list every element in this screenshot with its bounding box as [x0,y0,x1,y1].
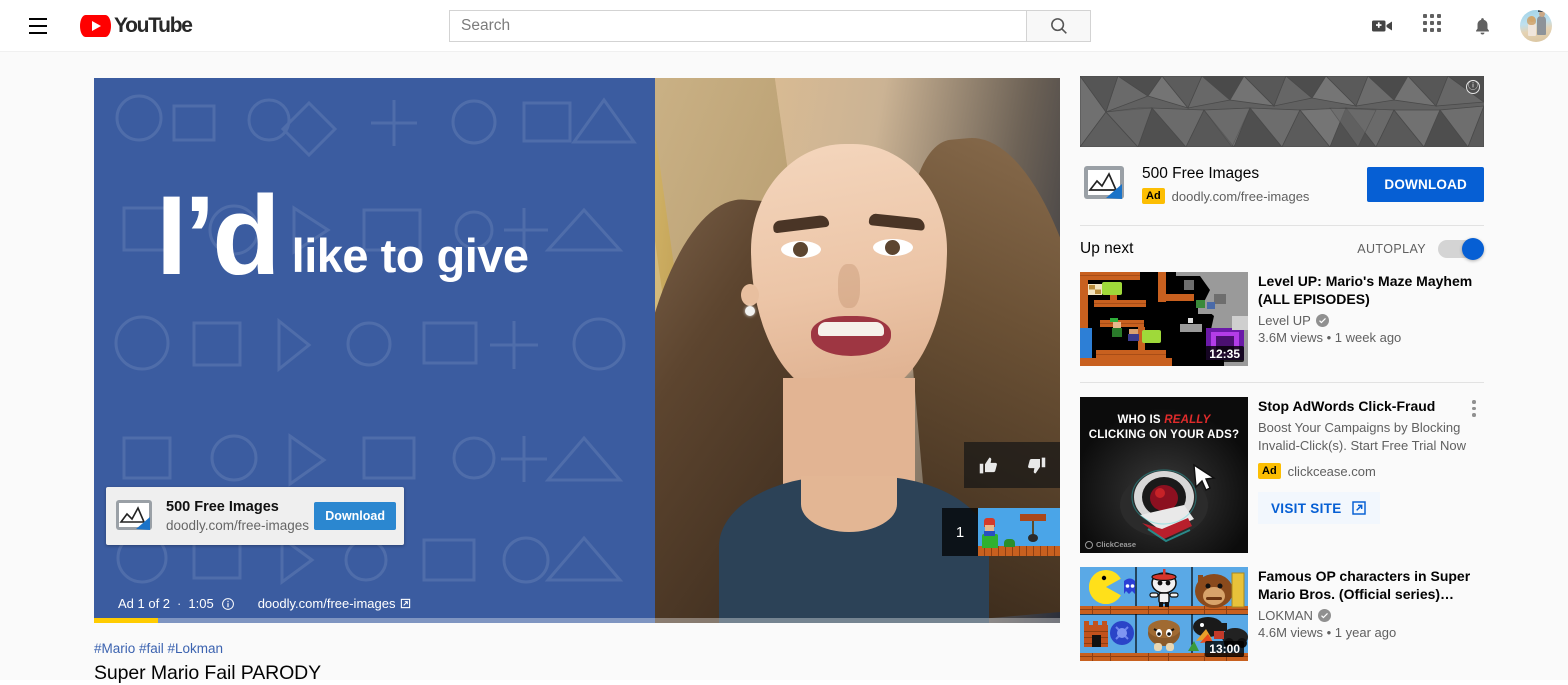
notifications-bell-icon[interactable] [1470,14,1494,38]
video-hashtags[interactable]: #Mario #fail #Lokman [94,641,1060,656]
autoplay-label: AUTOPLAY [1357,242,1426,256]
list-item[interactable]: 13:00 Famous OP characters in Super Mari… [1080,553,1484,661]
masthead-actions [1370,0,1552,52]
channel-name: LOKMAN [1258,608,1313,623]
secondary-column: ⓘ 500 Free Images Ad doodly.com/free-ima… [1080,76,1484,661]
ad-status-bar: Ad 1 of 2 · 1:05 doodly.com/free-images [94,596,1060,611]
avatar[interactable] [1520,10,1552,42]
video-player[interactable]: I’d like to give 500 Free Images doodly.… [94,78,1060,623]
thumbs-up-icon[interactable] [978,455,999,476]
ad-thumbnail-icon [116,500,152,530]
ad-overlay-card[interactable]: 500 Free Images doodly.com/free-images D… [106,487,404,545]
visit-site-button[interactable]: VISIT SITE [1258,492,1380,524]
ad-visit-url: doodly.com/free-images [257,596,396,611]
kebab-menu-icon[interactable] [1464,397,1484,417]
ad-overlay-download-button[interactable]: Download [314,502,396,530]
ad-info-icon[interactable]: ⓘ [1466,80,1480,94]
sidebar-ad-banner[interactable]: ⓘ [1080,76,1484,147]
sidebar-ad-card: 500 Free Images Ad doodly.com/free-image… [1080,147,1484,223]
autoplay-control: AUTOPLAY [1357,238,1484,260]
apps-grid-icon[interactable] [1420,14,1444,38]
thumbs-down-icon[interactable] [1026,455,1047,476]
ad-thumbnail[interactable]: WHO IS REALLY CLICKING ON YOUR ADS? Clic… [1080,397,1248,553]
ad-item-meta: Stop AdWords Click-Fraud Boost Your Camp… [1258,397,1484,553]
autoplay-toggle[interactable] [1438,238,1484,260]
masthead-left: YouTube [0,6,193,46]
search-icon [1050,18,1067,34]
ad-thumb-brand: ClickCease [1096,540,1137,549]
video-title: Famous OP characters in Super Mario Bros… [1258,568,1471,602]
ad-headline-primary: I’d [156,173,281,298]
page-body: I’d like to give 500 Free Images doodly.… [0,52,1568,684]
ad-headline: I’d like to give [156,173,655,298]
ad-item-url: clickcease.com [1287,463,1376,479]
search-bar [449,10,1091,42]
video-duration: 13:00 [1205,641,1244,657]
video-channel[interactable]: LOKMAN [1258,608,1484,623]
youtube-play-icon [80,14,111,37]
ad-card-subline: Ad doodly.com/free-images [1142,188,1367,204]
video-channel[interactable]: Level UP [1258,313,1484,328]
video-duration: 12:35 [1205,346,1244,362]
upnext-label: Up next [1080,240,1134,257]
video-thumbnail[interactable]: 12:35 [1080,272,1248,366]
ad-progress-bar[interactable] [94,618,1060,623]
ad-progress-fill [94,618,158,623]
external-link-icon [1351,501,1366,515]
low-poly-pattern [1080,76,1484,147]
primary-column: I’d like to give 500 Free Images doodly.… [94,78,1060,685]
ad-counter-label: Ad 1 of 2 [118,596,171,611]
youtube-logo-text: YouTube [114,13,193,37]
video-meta: Famous OP characters in Super Mario Bros… [1258,567,1484,661]
ad-item-title: Stop AdWords Click-Fraud [1258,398,1436,414]
visit-site-label: VISIT SITE [1271,500,1342,516]
ad-card-url: doodly.com/free-images [1171,188,1310,204]
search-input[interactable] [449,10,1026,42]
verified-badge-icon [1317,609,1331,622]
ad-item-subline: Ad clickcease.com [1258,463,1484,479]
clickcease-logo-icon [1085,540,1093,549]
video-stats: 3.6M views • 1 week ago [1258,330,1402,345]
ad-thumb-line1: WHO IS [1117,414,1165,426]
video-meta: Level UP: Mario's Maze Mayhem (ALL EPISO… [1258,272,1484,366]
channel-name: Level UP [1258,313,1311,328]
ad-thumb-line2: CLICKING ON YOUR ADS? [1088,429,1240,441]
autoplay-toggle-knob [1462,238,1484,260]
ad-card-title: 500 Free Images [1142,165,1260,182]
masthead: YouTube [0,0,1568,52]
ad-overlay-url: doodly.com/free-images [166,518,310,533]
search-button[interactable] [1026,10,1091,42]
ad-thumb-highlight: REALLY [1164,414,1211,426]
ad-download-button[interactable]: DOWNLOAD [1367,166,1484,202]
next-video-thumbnail[interactable] [978,508,1060,556]
list-item[interactable]: 12:35 Level UP: Mario's Maze Mayhem (ALL… [1080,258,1484,366]
verified-badge-icon [1315,314,1329,327]
ad-status-separator: · [177,596,182,611]
ad-visit-link[interactable]: doodly.com/free-images [258,596,412,611]
next-video-strip[interactable]: 1 [942,508,1060,556]
hamburger-icon[interactable] [18,6,58,46]
ad-item-description: Boost Your Campaigns by Blocking Invalid… [1258,420,1467,453]
upnext-header: Up next AUTOPLAY [1080,225,1484,260]
sidebar-ad-item[interactable]: WHO IS REALLY CLICKING ON YOUR ADS? Clic… [1080,383,1484,553]
page-title: Super Mario Fail PARODY [94,662,322,684]
ad-overlay-text: 500 Free Images doodly.com/free-images [166,498,314,534]
ad-headline-secondary: like to give [291,228,529,282]
ad-badge: Ad [1258,463,1281,479]
video-thumbnail[interactable]: 13:00 [1080,567,1248,661]
create-video-icon[interactable] [1370,14,1394,38]
youtube-logo[interactable]: YouTube [80,13,193,38]
ad-time-remaining: 1:05 [188,596,214,611]
next-video-counter: 1 [942,508,978,556]
external-link-icon [401,598,411,609]
info-icon[interactable] [221,597,235,611]
video-stats: 4.6M views • 1 year ago [1258,625,1397,640]
ad-overlay-title: 500 Free Images [166,499,279,515]
ad-card-text: 500 Free Images Ad doodly.com/free-image… [1142,164,1367,204]
like-dislike-pill [964,442,1060,488]
ad-card-thumbnail-icon [1084,166,1124,199]
ad-badge: Ad [1142,188,1165,204]
video-title: Level UP: Mario's Maze Mayhem (ALL EPISO… [1258,273,1473,307]
